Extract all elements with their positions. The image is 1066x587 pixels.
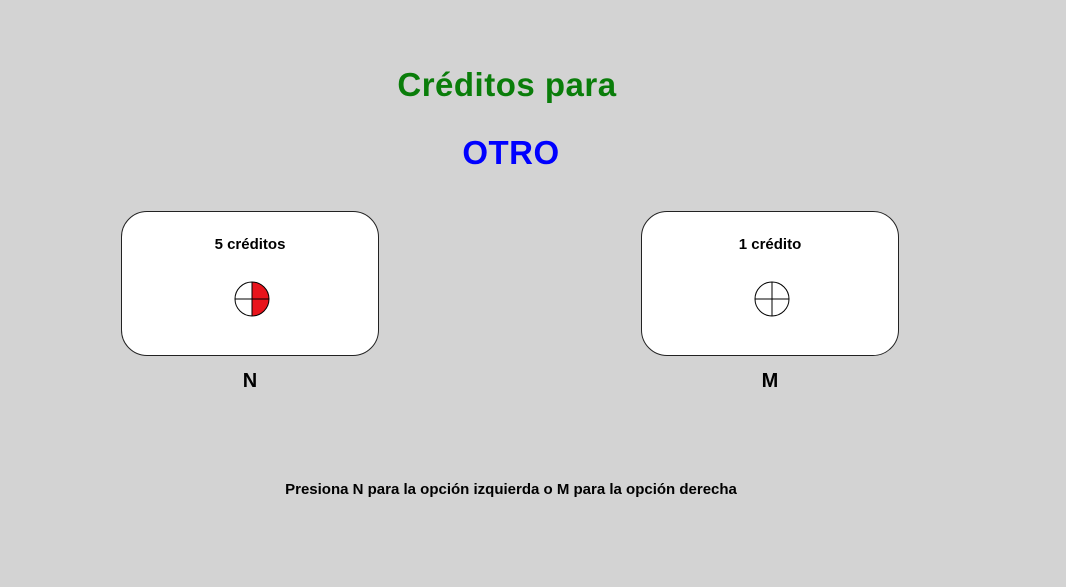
option-left-credits-label: 5 créditos	[214, 236, 286, 253]
key-label-left: N	[242, 370, 258, 392]
key-label-right: M	[761, 370, 779, 392]
option-card-left[interactable]: 5 créditos	[121, 211, 379, 356]
option-right-credits-label: 1 crédito	[738, 236, 802, 253]
option-card-right[interactable]: 1 crédito	[641, 211, 899, 356]
credit-pie-icon-right	[754, 281, 790, 317]
page-title: Créditos para	[397, 66, 617, 103]
instructions-text: Presiona N para la opción izquierda o M …	[285, 481, 737, 498]
recipient-label: OTRO	[462, 134, 560, 171]
credit-pie-icon-left	[234, 281, 270, 317]
